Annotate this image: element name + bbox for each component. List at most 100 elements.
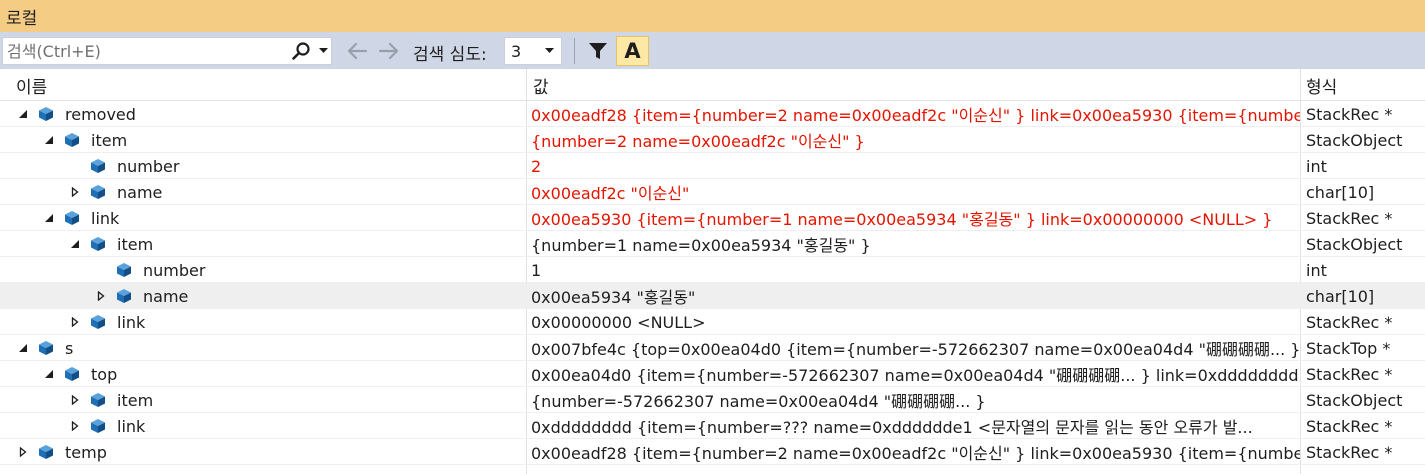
- search-input[interactable]: [3, 39, 278, 63]
- variable-name: number: [117, 156, 180, 176]
- column-header-name[interactable]: 이름: [10, 69, 525, 101]
- table-row[interactable]: number 1 int: [0, 257, 1425, 283]
- name-cell: number: [0, 257, 525, 283]
- table-row[interactable]: s 0x007bfe4c {top=0x00ea04d0 {item={numbe…: [0, 335, 1425, 361]
- back-arrow-icon[interactable]: [344, 39, 370, 63]
- expand-triangle-icon[interactable]: [94, 289, 108, 303]
- value-cell[interactable]: 2: [530, 153, 1300, 179]
- object-cube-icon: [116, 288, 132, 304]
- object-cube-icon: [90, 236, 106, 252]
- type-cell: char[10]: [1306, 182, 1375, 202]
- name-cell: link: [0, 309, 525, 335]
- collapse-triangle-icon[interactable]: [42, 211, 56, 225]
- object-cube-icon: [64, 132, 80, 148]
- type-cell: StackObject: [1306, 234, 1403, 254]
- value-cell[interactable]: 0xdddddddd {item={number=??? name=0xdddd…: [530, 413, 1300, 439]
- value-cell[interactable]: 1: [530, 257, 1300, 283]
- type-cell: int: [1306, 260, 1327, 280]
- grid-header: 이름 값 형식: [0, 69, 1425, 101]
- object-cube-icon: [116, 262, 132, 278]
- column-header-value[interactable]: 값: [527, 69, 1300, 101]
- variable-name: link: [117, 312, 146, 332]
- name-cell: top: [0, 361, 525, 387]
- type-cell: StackObject: [1306, 390, 1403, 410]
- object-cube-icon: [64, 210, 80, 226]
- toolbar-separator: [574, 38, 575, 64]
- table-row[interactable]: number 2 int: [0, 153, 1425, 179]
- value-cell[interactable]: 0x00eadf28 {item={number=2 name=0x00eadf…: [530, 101, 1300, 127]
- table-row[interactable]: removed 0x00eadf28 {item={number=2 name=0…: [0, 101, 1425, 127]
- type-cell: StackRec *: [1306, 208, 1393, 228]
- table-row[interactable]: temp 0x00eadf28 {item={number=2 name=0x00…: [0, 439, 1425, 465]
- expand-triangle-icon[interactable]: [68, 393, 82, 407]
- object-cube-icon: [38, 444, 54, 460]
- table-row[interactable]: name 0x00ea5934 "홍길동" char[10]: [0, 283, 1425, 309]
- collapse-triangle-icon[interactable]: [16, 341, 30, 355]
- name-cell: removed: [0, 101, 525, 127]
- search-icon[interactable]: [289, 39, 313, 63]
- table-row[interactable]: link 0x00000000 <NULL> StackRec *: [0, 309, 1425, 335]
- table-row[interactable]: link 0x00ea5930 {item={number=1 name=0x00…: [0, 205, 1425, 231]
- object-cube-icon: [90, 392, 106, 408]
- collapse-triangle-icon[interactable]: [16, 107, 30, 121]
- variable-name: item: [91, 130, 128, 150]
- type-cell: int: [1306, 156, 1327, 176]
- search-dropdown-icon[interactable]: [315, 39, 331, 63]
- search-box[interactable]: [2, 37, 332, 65]
- variable-name: removed: [65, 104, 136, 124]
- type-cell: char[10]: [1306, 286, 1375, 306]
- name-cell: name: [0, 179, 525, 205]
- type-cell: StackRec *: [1306, 442, 1393, 462]
- toolbar: 검색 심도: 3 A: [0, 32, 1425, 69]
- table-row[interactable]: link 0xdddddddd {item={number=??? name=0x…: [0, 413, 1425, 439]
- forward-arrow-icon[interactable]: [376, 39, 402, 63]
- object-cube-icon: [64, 366, 80, 382]
- value-cell[interactable]: 0x00ea5930 {item={number=1 name=0x00ea59…: [530, 205, 1300, 231]
- collapse-triangle-icon[interactable]: [42, 367, 56, 381]
- type-cell: StackTop *: [1306, 338, 1391, 358]
- type-cell: StackObject: [1306, 130, 1403, 150]
- value-cell[interactable]: 0x00ea04d0 {item={number=-572662307 name…: [530, 361, 1300, 387]
- variable-name: name: [117, 182, 163, 202]
- type-cell: StackRec *: [1306, 416, 1393, 436]
- variable-name: top: [91, 364, 118, 384]
- value-cell[interactable]: 0x00000000 <NULL>: [530, 309, 1300, 335]
- value-cell[interactable]: {number=-572662307 name=0x00ea04d4 "硼硼硼硼…: [530, 387, 1300, 413]
- table-row[interactable]: top 0x00ea04d0 {item={number=-572662307 n…: [0, 361, 1425, 387]
- object-cube-icon: [38, 106, 54, 122]
- search-depth-select[interactable]: 3: [504, 37, 562, 65]
- name-cell: s: [0, 335, 525, 361]
- name-cell: number: [0, 153, 525, 179]
- expand-triangle-icon[interactable]: [68, 419, 82, 433]
- value-cell[interactable]: {number=2 name=0x00eadf2c "이순신" }: [530, 127, 1300, 153]
- table-row[interactable]: name 0x00eadf2c "이순신" char[10]: [0, 179, 1425, 205]
- filter-icon[interactable]: [584, 37, 612, 65]
- search-depth-label: 검색 심도:: [413, 45, 487, 65]
- object-cube-icon: [90, 314, 106, 330]
- type-cell: StackRec *: [1306, 364, 1393, 384]
- value-cell[interactable]: 0x00eadf2c "이순신": [530, 179, 1300, 205]
- value-cell[interactable]: 0x007bfe4c {top=0x00ea04d0 {item={number…: [530, 335, 1300, 361]
- name-cell: item: [0, 127, 525, 153]
- value-cell[interactable]: 0x00eadf28 {item={number=2 name=0x00eadf…: [530, 439, 1300, 465]
- name-cell: name: [0, 283, 525, 309]
- table-row[interactable]: item {number=1 name=0x00ea5934 "홍길동" } Sta…: [0, 231, 1425, 257]
- collapse-triangle-icon[interactable]: [68, 237, 82, 251]
- variable-name: temp: [65, 442, 107, 462]
- table-row[interactable]: item {number=-572662307 name=0x00ea04d4 "…: [0, 387, 1425, 413]
- expand-triangle-icon[interactable]: [16, 445, 30, 459]
- expand-triangle-icon[interactable]: [68, 185, 82, 199]
- value-cell[interactable]: {number=1 name=0x00ea5934 "홍길동" }: [530, 231, 1300, 257]
- search-depth-value: 3: [511, 41, 522, 61]
- collapse-triangle-icon[interactable]: [42, 133, 56, 147]
- name-cell: item: [0, 387, 525, 413]
- column-header-type[interactable]: 형식: [1300, 69, 1425, 101]
- match-case-icon[interactable]: A: [616, 36, 649, 66]
- value-cell[interactable]: 0x00ea5934 "홍길동": [530, 283, 1300, 309]
- variable-name: link: [117, 416, 146, 436]
- object-cube-icon: [38, 340, 54, 356]
- object-cube-icon: [90, 418, 106, 434]
- table-row[interactable]: item {number=2 name=0x00eadf2c "이순신" } Sta…: [0, 127, 1425, 153]
- variable-name: name: [143, 286, 189, 306]
- expand-triangle-icon[interactable]: [68, 315, 82, 329]
